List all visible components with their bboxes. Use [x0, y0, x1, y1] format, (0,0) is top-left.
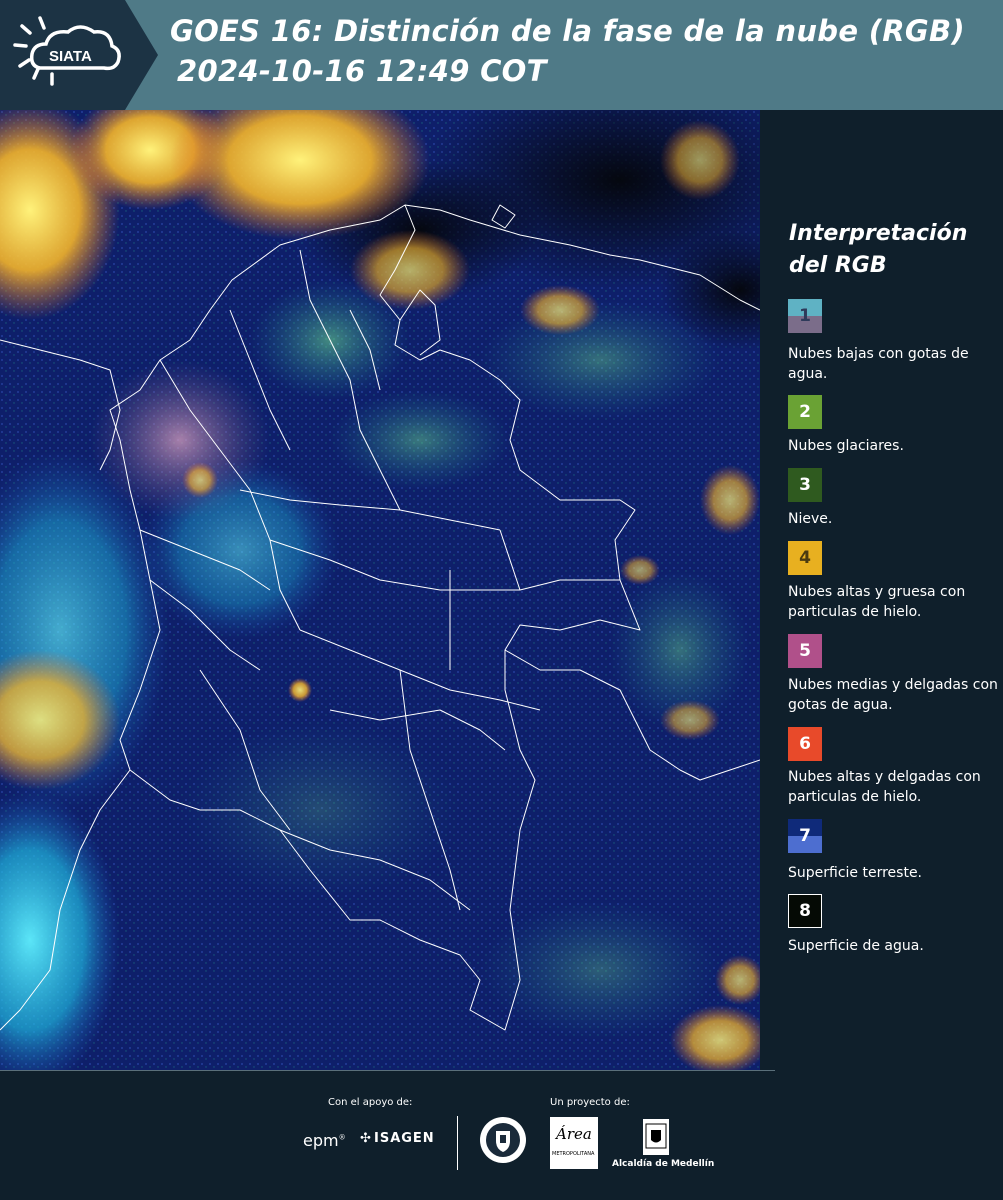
siata-logo-text: SIATA	[49, 48, 92, 65]
legend-number-6: 6	[799, 734, 811, 754]
legend-panel: Interpretación del RGB 1 Nubes bajas con…	[760, 110, 1003, 1070]
legend-number-2: 2	[799, 402, 811, 422]
legend-label-5: Nubes medias y delgadas con gotas de agu…	[788, 677, 998, 713]
legend-swatch-7: 7	[788, 819, 822, 853]
alcaldia-label: Alcaldía de Medellín	[612, 1159, 715, 1169]
legend-swatch-8: 8	[788, 894, 822, 928]
isagen-icon: ✣	[360, 1131, 372, 1146]
legend-label-3: Nieve.	[788, 511, 833, 527]
legend-swatch-6: 6	[788, 727, 822, 761]
legend-swatch-5: 5	[788, 634, 822, 668]
legend-swatch-2: 2	[788, 395, 822, 429]
legend-number-7: 7	[799, 826, 811, 846]
footer-divider	[0, 1070, 775, 1071]
header: SIATA GOES 16: Distinción de la fase de …	[0, 0, 1003, 110]
project-caption: Un proyecto de:	[550, 1097, 630, 1108]
legend-label-2: Nubes glaciares.	[788, 438, 904, 454]
legend-number-8: 8	[799, 901, 811, 921]
siata-logo: SIATA	[0, 0, 158, 110]
legend-title: Interpretación del RGB	[789, 221, 968, 278]
legend-swatch-3: 3	[788, 468, 822, 502]
isagen-logo: ✣ ISAGEN	[360, 1131, 435, 1146]
satellite-map[interactable]	[0, 110, 760, 1070]
support-caption: Con el apoyo de:	[328, 1097, 413, 1108]
legend-label-6: Nubes altas y delgadas con particulas de…	[788, 769, 981, 805]
footer: Con el apoyo de: Un proyecto de: epm® ✣ I…	[0, 1070, 1003, 1200]
footer-vertical-divider	[457, 1116, 458, 1170]
epm-logo: epm®	[303, 1131, 346, 1150]
legend-number-5: 5	[799, 641, 811, 661]
area-metropolitana-logo: Área METROPOLITANA	[550, 1117, 598, 1169]
legend-label-4: Nubes altas y gruesa con particulas de h…	[788, 584, 966, 620]
alcaldia-shield-icon	[642, 1118, 670, 1156]
page-title: GOES 16: Distinción de la fase de la nub…	[170, 14, 965, 48]
seal-icon	[478, 1115, 528, 1165]
legend-swatch-1: 1	[788, 299, 822, 333]
legend-label-8: Superficie de agua.	[788, 938, 924, 954]
legend-number-3: 3	[799, 475, 811, 495]
legend-label-7: Superficie terreste.	[788, 865, 923, 881]
legend-number-4: 4	[799, 548, 811, 568]
legend-swatch-4: 4	[788, 541, 822, 575]
legend-label-1: Nubes bajas con gotas de agua.	[788, 346, 969, 382]
page-timestamp: 2024-10-16 12:49 COT	[177, 54, 547, 88]
legend-number-1: 1	[799, 306, 811, 326]
